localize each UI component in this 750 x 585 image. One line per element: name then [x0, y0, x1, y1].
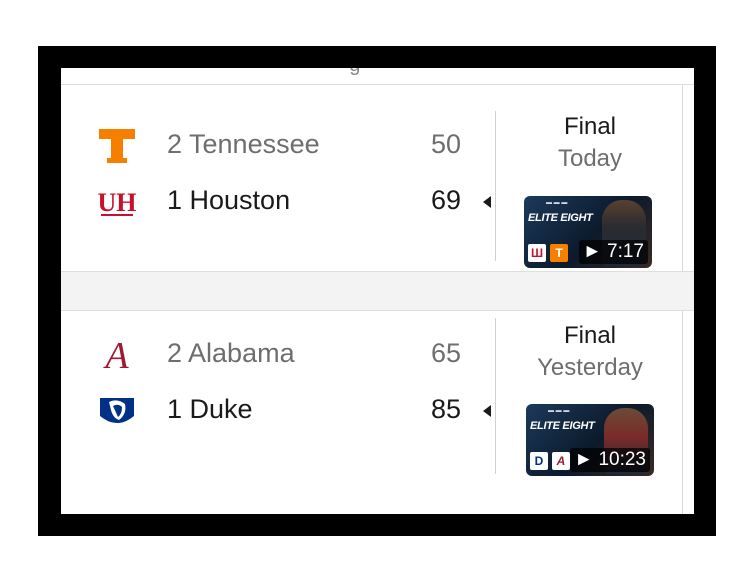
duke-blue-devil-icon	[100, 398, 134, 423]
team-name: 2 Alabama	[167, 338, 295, 368]
duke-mini-logo-icon: D	[530, 452, 548, 470]
column-divider	[495, 111, 496, 261]
duration-text: 10:23	[598, 449, 646, 470]
thumb-brand: ELITE EIGHT	[528, 212, 593, 224]
team-score: 50	[431, 129, 462, 159]
column-divider	[495, 318, 496, 474]
scores-screen: · · · · · · · · · · · · · · · g · 2 Tenn…	[61, 68, 694, 514]
video-duration: ► 10:23	[570, 448, 650, 472]
status-final: Final	[563, 113, 617, 140]
houston-uh-icon: UH	[98, 188, 137, 217]
team-row: 2 Tennessee 50	[97, 125, 467, 165]
team-row: UH 1 Houston 69	[97, 181, 491, 221]
team-name: 1 Duke	[167, 394, 253, 424]
duration-text: 7:17	[607, 241, 644, 262]
team-name: 2 Tennessee	[167, 129, 320, 159]
team-score: 69	[431, 185, 462, 215]
status-date: Yesterday	[537, 354, 643, 381]
section-gap	[61, 271, 694, 311]
highlight-video-thumbnail[interactable]: ▬ ▬ ▬ ELITE EIGHT D A ► 10:23	[526, 404, 654, 476]
alabama-mini-logo-icon: A	[552, 452, 570, 470]
team-score: 65	[431, 338, 462, 368]
team-score: 85	[431, 394, 462, 424]
houston-mini-logo-icon: Ш	[528, 244, 546, 262]
team-row: A 2 Alabama 65	[97, 334, 467, 374]
thumb-caption: ▬ ▬ ▬	[548, 408, 570, 414]
alabama-script-a-icon: A	[102, 335, 129, 374]
thumb-brand: ELITE EIGHT	[530, 420, 595, 432]
team-name: 1 Houston	[167, 185, 291, 215]
game-card[interactable]: A 2 Alabama 65 1 Duke 85 Final Yesterday…	[61, 310, 694, 490]
game-card[interactable]: 2 Tennessee 50 UH 1 Houston 69 Final Tod…	[61, 85, 694, 271]
thumb-caption: ▬ ▬ ▬	[546, 200, 568, 206]
tennessee-mini-logo-icon: T	[550, 244, 568, 262]
game-status: Final Yesterday	[497, 320, 683, 384]
winner-arrow-icon	[483, 196, 491, 208]
video-duration: ► 7:17	[578, 240, 648, 264]
status-date: Today	[557, 145, 623, 172]
team-row: 1 Duke 85	[97, 390, 491, 430]
cut-off-text: · · · · · · · · · · · · · · · g ·	[106, 68, 466, 76]
svg-text:UH: UH	[98, 188, 137, 217]
game-status: Final Today	[497, 111, 683, 175]
highlight-video-thumbnail[interactable]: ▬ ▬ ▬ ELITE EIGHT Ш T ► 7:17	[524, 196, 652, 268]
winner-arrow-icon	[483, 405, 491, 417]
tennessee-power-t-icon	[99, 129, 135, 163]
svg-text:A: A	[102, 335, 129, 374]
status-final: Final	[563, 322, 617, 349]
